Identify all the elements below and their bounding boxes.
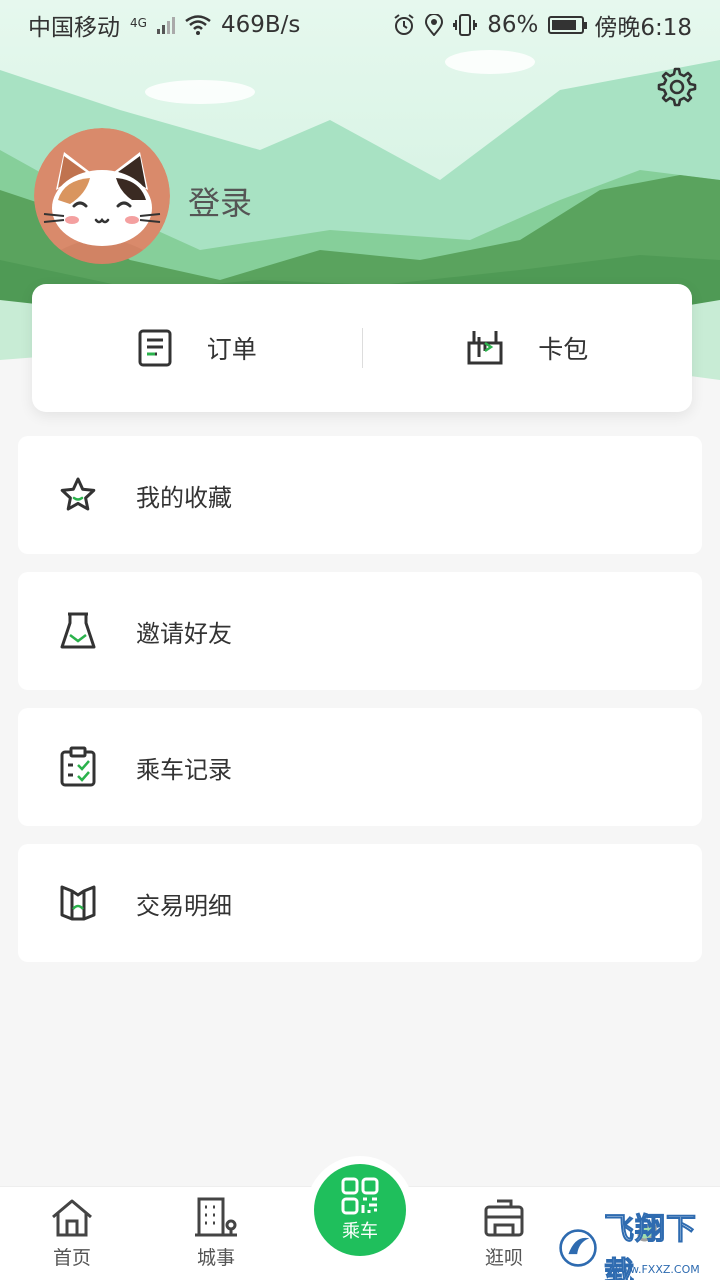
home-icon: [52, 1199, 92, 1237]
watermark: 飞翔下载 www.FXXZ.COM: [552, 1212, 712, 1280]
qr-code-icon: [341, 1177, 379, 1215]
vibrate-icon: [453, 14, 478, 36]
menu-label-favorites: 我的收藏: [136, 483, 232, 512]
menu-item-invite[interactable]: 邀请好友: [18, 572, 702, 690]
menu-label-transactions: 交易明细: [136, 891, 232, 920]
card-wallet-button[interactable]: 卡包: [363, 284, 693, 412]
tab-city[interactable]: 城事: [144, 1187, 288, 1280]
ride-qr-button[interactable]: 乘车: [314, 1164, 406, 1256]
wifi-icon: [185, 15, 211, 35]
tab-city-label: 城事: [196, 1247, 235, 1269]
network-speed: 469B/s: [220, 12, 301, 38]
tab-shop-label: 逛呗: [484, 1247, 523, 1269]
shop-icon: [484, 1199, 524, 1237]
carrier-name: 中国移动: [28, 15, 120, 41]
clipboard-check-icon: [60, 746, 96, 787]
battery-percent: 86%: [487, 12, 539, 38]
tab-home-label: 首页: [52, 1247, 91, 1269]
tab-home[interactable]: 首页: [0, 1187, 144, 1280]
network-type: 4G: [130, 16, 147, 30]
clock: 傍晚6:18: [594, 15, 692, 41]
invite-cup-icon: [60, 612, 96, 649]
avatar[interactable]: [34, 128, 170, 264]
alarm-icon: [394, 14, 414, 35]
settings-gear-icon[interactable]: [656, 66, 698, 108]
orders-button[interactable]: 订单: [32, 284, 362, 412]
ride-button-label: 乘车: [342, 1221, 378, 1242]
star-icon: [60, 477, 96, 511]
status-bar: 中国移动 4G 469B/s 86% 傍晚6:18: [0, 0, 720, 50]
menu-label-invite: 邀请好友: [136, 619, 232, 648]
watermark-logo: [559, 1229, 597, 1267]
location-icon: [425, 14, 444, 36]
card-wallet-icon: [467, 331, 503, 365]
book-icon: [60, 885, 96, 921]
building-icon: [195, 1197, 237, 1237]
card-wallet-label: 卡包: [538, 335, 589, 364]
menu-label-ride-records: 乘车记录: [136, 755, 232, 784]
menu-item-ride-records[interactable]: 乘车记录: [18, 708, 702, 826]
orders-label: 订单: [206, 335, 257, 364]
watermark-url: www.FXXZ.COM: [612, 1263, 700, 1276]
login-link[interactable]: 登录: [188, 178, 252, 224]
quick-actions-card: 订单 卡包: [32, 284, 692, 412]
battery-icon: [548, 16, 588, 34]
document-icon: [138, 329, 172, 367]
menu-item-transactions[interactable]: 交易明细: [18, 844, 702, 962]
menu-item-favorites[interactable]: 我的收藏: [18, 436, 702, 554]
signal-icon: [156, 16, 175, 34]
